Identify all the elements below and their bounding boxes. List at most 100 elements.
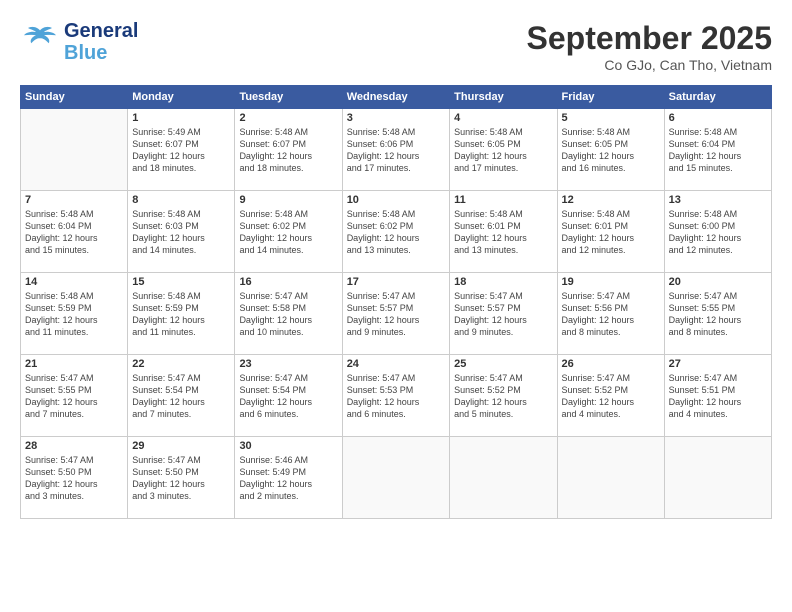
calendar-cell: 9 Sunrise: 5:48 AMSunset: 6:02 PMDaylight…: [235, 191, 342, 273]
day-info: Sunrise: 5:48 AMSunset: 6:05 PMDaylight:…: [562, 126, 660, 175]
day-number: 10: [347, 194, 445, 206]
day-number: 13: [669, 194, 767, 206]
calendar-week-row: 14 Sunrise: 5:48 AMSunset: 5:59 PMDayligh…: [21, 273, 772, 355]
logo-blue: Blue: [64, 42, 138, 64]
calendar-cell: 20Sunrise: 5:47 AMSunset: 5:55 PMDayligh…: [664, 273, 771, 355]
title-block: September 2025 Co GJo, Can Tho, Vietnam: [527, 20, 772, 73]
calendar-cell: 2 Sunrise: 5:48 AMSunset: 6:07 PMDaylight…: [235, 109, 342, 191]
day-number: 3: [347, 112, 445, 124]
calendar-week-row: 7 Sunrise: 5:48 AMSunset: 6:04 PMDaylight…: [21, 191, 772, 273]
day-info: Sunrise: 5:48 AMSunset: 6:04 PMDaylight:…: [669, 126, 767, 175]
day-number: 14: [25, 276, 123, 288]
day-info: Sunrise: 5:47 AMSunset: 5:52 PMDaylight:…: [454, 372, 552, 421]
day-number: 24: [347, 358, 445, 370]
day-info: Sunrise: 5:48 AMSunset: 5:59 PMDaylight:…: [132, 290, 230, 339]
calendar-cell: [557, 437, 664, 519]
day-info: Sunrise: 5:48 AMSunset: 6:05 PMDaylight:…: [454, 126, 552, 175]
calendar-week-row: 1 Sunrise: 5:49 AMSunset: 6:07 PMDaylight…: [21, 109, 772, 191]
day-number: 16: [239, 276, 337, 288]
calendar-cell: 12Sunrise: 5:48 AMSunset: 6:01 PMDayligh…: [557, 191, 664, 273]
day-info: Sunrise: 5:47 AMSunset: 5:53 PMDaylight:…: [347, 372, 445, 421]
calendar-cell: 29Sunrise: 5:47 AMSunset: 5:50 PMDayligh…: [128, 437, 235, 519]
day-number: 23: [239, 358, 337, 370]
day-info: Sunrise: 5:48 AMSunset: 6:04 PMDaylight:…: [25, 208, 123, 257]
calendar-cell: 6 Sunrise: 5:48 AMSunset: 6:04 PMDaylight…: [664, 109, 771, 191]
calendar-cell: 23 Sunrise: 5:47 AMSunset: 5:54 PMDayligh…: [235, 355, 342, 437]
calendar-cell: 22 Sunrise: 5:47 AMSunset: 5:54 PMDayligh…: [128, 355, 235, 437]
calendar-cell: 8 Sunrise: 5:48 AMSunset: 6:03 PMDaylight…: [128, 191, 235, 273]
calendar-cell: 5 Sunrise: 5:48 AMSunset: 6:05 PMDaylight…: [557, 109, 664, 191]
day-info: Sunrise: 5:46 AMSunset: 5:49 PMDaylight:…: [239, 454, 337, 503]
calendar-week-row: 21 Sunrise: 5:47 AMSunset: 5:55 PMDayligh…: [21, 355, 772, 437]
day-info: Sunrise: 5:48 AMSunset: 6:03 PMDaylight:…: [132, 208, 230, 257]
day-of-week-header: Thursday: [450, 86, 557, 109]
day-number: 28: [25, 440, 123, 452]
day-number: 4: [454, 112, 552, 124]
location-subtitle: Co GJo, Can Tho, Vietnam: [527, 57, 772, 73]
calendar-cell: 14 Sunrise: 5:48 AMSunset: 5:59 PMDayligh…: [21, 273, 128, 355]
day-info: Sunrise: 5:48 AMSunset: 6:01 PMDaylight:…: [454, 208, 552, 257]
calendar-cell: 21 Sunrise: 5:47 AMSunset: 5:55 PMDayligh…: [21, 355, 128, 437]
day-info: Sunrise: 5:47 AMSunset: 5:54 PMDaylight:…: [239, 372, 337, 421]
calendar-cell: 25 Sunrise: 5:47 AMSunset: 5:52 PMDayligh…: [450, 355, 557, 437]
day-number: 27: [669, 358, 767, 370]
calendar-cell: [21, 109, 128, 191]
day-number: 21: [25, 358, 123, 370]
day-number: 25: [454, 358, 552, 370]
day-info: Sunrise: 5:48 AMSunset: 6:02 PMDaylight:…: [347, 208, 445, 257]
calendar-cell: 28 Sunrise: 5:47 AMSunset: 5:50 PMDayligh…: [21, 437, 128, 519]
calendar-cell: 27 Sunrise: 5:47 AMSunset: 5:51 PMDayligh…: [664, 355, 771, 437]
calendar-cell: 3 Sunrise: 5:48 AMSunset: 6:06 PMDaylight…: [342, 109, 449, 191]
day-number: 29: [132, 440, 230, 452]
calendar-cell: 16Sunrise: 5:47 AMSunset: 5:58 PMDayligh…: [235, 273, 342, 355]
logo-general: General: [64, 20, 138, 42]
calendar-table: SundayMondayTuesdayWednesdayThursdayFrid…: [20, 85, 772, 519]
calendar-cell: 17Sunrise: 5:47 AMSunset: 5:57 PMDayligh…: [342, 273, 449, 355]
day-number: 1: [132, 112, 230, 124]
day-info: Sunrise: 5:47 AMSunset: 5:55 PMDaylight:…: [25, 372, 123, 421]
day-info: Sunrise: 5:48 AMSunset: 5:59 PMDaylight:…: [25, 290, 123, 339]
day-number: 2: [239, 112, 337, 124]
day-number: 11: [454, 194, 552, 206]
day-number: 18: [454, 276, 552, 288]
calendar-cell: 30 Sunrise: 5:46 AMSunset: 5:49 PMDayligh…: [235, 437, 342, 519]
day-of-week-header: Monday: [128, 86, 235, 109]
day-number: 26: [562, 358, 660, 370]
day-number: 6: [669, 112, 767, 124]
day-info: Sunrise: 5:47 AMSunset: 5:55 PMDaylight:…: [669, 290, 767, 339]
calendar-cell: 18Sunrise: 5:47 AMSunset: 5:57 PMDayligh…: [450, 273, 557, 355]
logo-icon: [20, 22, 60, 62]
day-number: 30: [239, 440, 337, 452]
calendar-cell: 15 Sunrise: 5:48 AMSunset: 5:59 PMDayligh…: [128, 273, 235, 355]
calendar-cell: [450, 437, 557, 519]
calendar-cell: 4 Sunrise: 5:48 AMSunset: 6:05 PMDaylight…: [450, 109, 557, 191]
logo: General Blue: [20, 20, 138, 64]
day-info: Sunrise: 5:48 AMSunset: 6:06 PMDaylight:…: [347, 126, 445, 175]
day-info: Sunrise: 5:47 AMSunset: 5:54 PMDaylight:…: [132, 372, 230, 421]
day-info: Sunrise: 5:48 AMSunset: 6:01 PMDaylight:…: [562, 208, 660, 257]
day-info: Sunrise: 5:48 AMSunset: 6:00 PMDaylight:…: [669, 208, 767, 257]
day-number: 5: [562, 112, 660, 124]
day-number: 22: [132, 358, 230, 370]
day-of-week-header: Friday: [557, 86, 664, 109]
page-header: General Blue September 2025 Co GJo, Can …: [20, 20, 772, 73]
day-info: Sunrise: 5:47 AMSunset: 5:50 PMDaylight:…: [25, 454, 123, 503]
day-number: 17: [347, 276, 445, 288]
calendar-cell: 10 Sunrise: 5:48 AMSunset: 6:02 PMDayligh…: [342, 191, 449, 273]
day-info: Sunrise: 5:47 AMSunset: 5:56 PMDaylight:…: [562, 290, 660, 339]
day-number: 7: [25, 194, 123, 206]
day-number: 9: [239, 194, 337, 206]
calendar-cell: [664, 437, 771, 519]
day-info: Sunrise: 5:48 AMSunset: 6:07 PMDaylight:…: [239, 126, 337, 175]
day-of-week-header: Tuesday: [235, 86, 342, 109]
day-info: Sunrise: 5:47 AMSunset: 5:51 PMDaylight:…: [669, 372, 767, 421]
calendar-cell: [342, 437, 449, 519]
day-of-week-header: Wednesday: [342, 86, 449, 109]
day-info: Sunrise: 5:49 AMSunset: 6:07 PMDaylight:…: [132, 126, 230, 175]
day-info: Sunrise: 5:48 AMSunset: 6:02 PMDaylight:…: [239, 208, 337, 257]
calendar-week-row: 28 Sunrise: 5:47 AMSunset: 5:50 PMDayligh…: [21, 437, 772, 519]
calendar-cell: 13 Sunrise: 5:48 AMSunset: 6:00 PMDayligh…: [664, 191, 771, 273]
day-number: 15: [132, 276, 230, 288]
day-number: 8: [132, 194, 230, 206]
calendar-cell: 11 Sunrise: 5:48 AMSunset: 6:01 PMDayligh…: [450, 191, 557, 273]
